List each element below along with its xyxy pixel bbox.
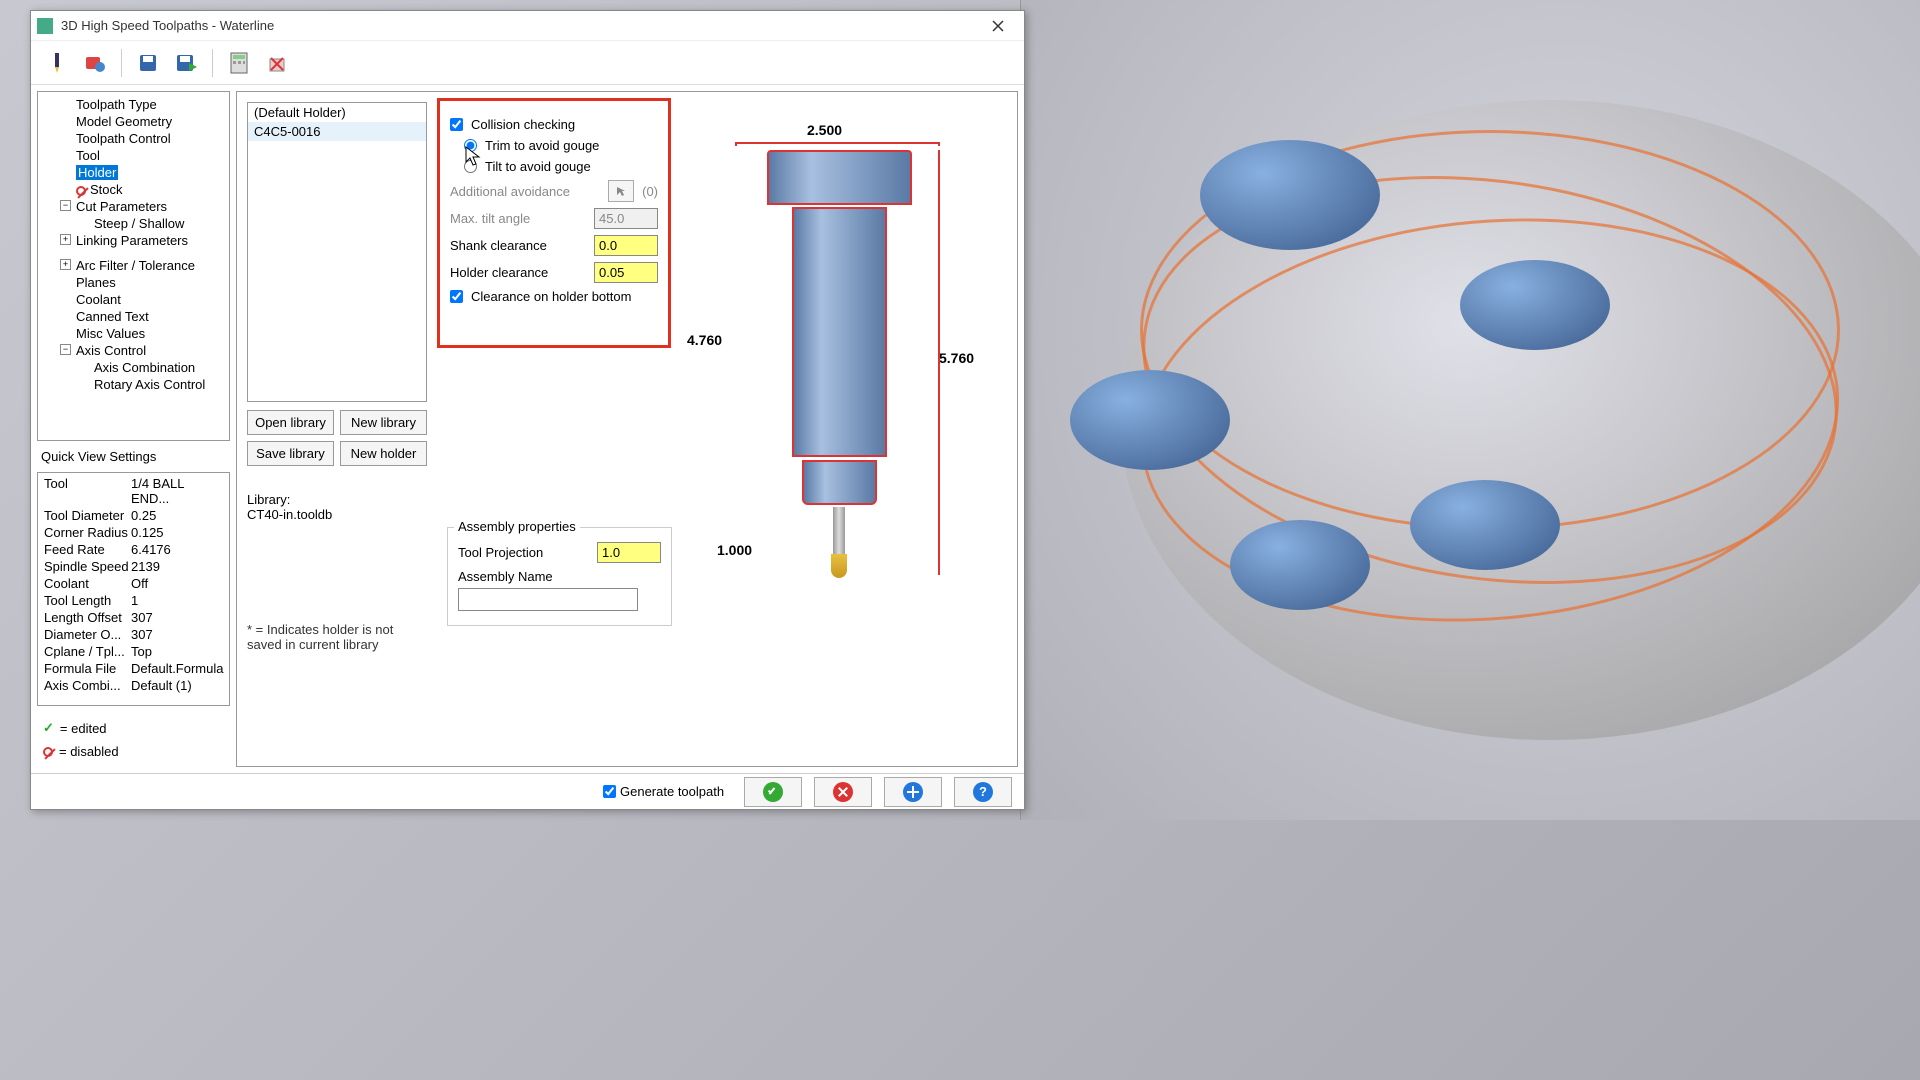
check-icon: ✓ bbox=[43, 720, 54, 736]
holder-clearance-input[interactable] bbox=[594, 262, 658, 283]
tree-axis-combination[interactable]: Axis Combination bbox=[40, 359, 227, 376]
tree-planes[interactable]: Planes bbox=[40, 274, 227, 291]
trim-radio[interactable] bbox=[464, 139, 477, 152]
holder-panel: (Default Holder) C4C5-0016 Open library … bbox=[236, 91, 1018, 767]
parameter-tree[interactable]: Toolpath Type Model Geometry Toolpath Co… bbox=[37, 91, 230, 441]
expand-icon[interactable]: + bbox=[60, 259, 71, 270]
toolpath-settings-icon[interactable] bbox=[79, 47, 111, 79]
shank-clearance-input[interactable] bbox=[594, 235, 658, 256]
ok-button[interactable] bbox=[744, 777, 802, 807]
tree-coolant[interactable]: Coolant bbox=[40, 291, 227, 308]
dim-holder-height: 4.760 bbox=[687, 332, 722, 348]
select-avoidance-button[interactable] bbox=[608, 180, 634, 202]
clearance-bottom-checkbox[interactable] bbox=[450, 290, 463, 303]
dialog-footer: Generate toolpath ? bbox=[31, 773, 1024, 809]
tree-misc-values[interactable]: Misc Values bbox=[40, 325, 227, 342]
tree-holder[interactable]: Holder bbox=[40, 164, 227, 181]
tree-stock[interactable]: Stock bbox=[40, 181, 227, 198]
window-title: 3D High Speed Toolpaths - Waterline bbox=[61, 18, 978, 33]
tree-arc-filter[interactable]: +Arc Filter / Tolerance bbox=[40, 257, 227, 274]
quickview-title: Quick View Settings bbox=[37, 447, 230, 466]
tree-canned-text[interactable]: Canned Text bbox=[40, 308, 227, 325]
save-icon[interactable] bbox=[132, 47, 164, 79]
holder-diagram: 2.500 4.760 5.760 1.000 bbox=[687, 122, 987, 592]
tree-steep-shallow[interactable]: Steep / Shallow bbox=[40, 215, 227, 232]
calculator-icon[interactable] bbox=[223, 47, 255, 79]
toolbar bbox=[31, 41, 1024, 85]
viewport-3d bbox=[1020, 0, 1920, 820]
collapse-icon[interactable]: − bbox=[60, 200, 71, 211]
assembly-group: Assembly properties Tool Projection Asse… bbox=[447, 527, 672, 626]
legend: ✓= edited = disabled bbox=[37, 712, 230, 767]
tree-rotary-axis[interactable]: Rotary Axis Control bbox=[40, 376, 227, 393]
close-icon bbox=[992, 20, 1004, 32]
holder-list[interactable]: (Default Holder) C4C5-0016 bbox=[247, 102, 427, 402]
dim-width: 2.500 bbox=[807, 122, 842, 138]
close-button[interactable] bbox=[978, 14, 1018, 38]
tilt-radio[interactable] bbox=[464, 160, 477, 173]
quickview-panel: Tool1/4 BALL END... Tool Diameter0.25 Co… bbox=[37, 472, 230, 706]
toolpath-dialog: 3D High Speed Toolpaths - Waterline Tool… bbox=[30, 10, 1025, 810]
cancel-button[interactable] bbox=[814, 777, 872, 807]
library-note: * = Indicates holder is not saved in cur… bbox=[247, 622, 427, 652]
cancel-icon bbox=[833, 782, 853, 802]
tree-toolpath-control[interactable]: Toolpath Control bbox=[40, 130, 227, 147]
library-info: Library: CT40-in.tooldb bbox=[247, 492, 427, 522]
assembly-name-input[interactable] bbox=[458, 588, 638, 611]
plus-icon bbox=[903, 782, 923, 802]
new-library-button[interactable]: New library bbox=[340, 410, 427, 435]
new-holder-button[interactable]: New holder bbox=[340, 441, 427, 466]
tool-projection-input[interactable] bbox=[597, 542, 661, 563]
help-button[interactable]: ? bbox=[954, 777, 1012, 807]
tree-toolpath-type[interactable]: Toolpath Type bbox=[40, 96, 227, 113]
help-icon: ? bbox=[973, 782, 993, 802]
tree-model-geometry[interactable]: Model Geometry bbox=[40, 113, 227, 130]
disabled-icon bbox=[76, 186, 86, 196]
generate-checkbox[interactable] bbox=[603, 785, 616, 798]
holder-item-default[interactable]: (Default Holder) bbox=[248, 103, 426, 122]
app-icon bbox=[37, 18, 53, 34]
tree-tool[interactable]: Tool bbox=[40, 147, 227, 164]
tool-icon[interactable] bbox=[41, 47, 73, 79]
save-library-button[interactable]: Save library bbox=[247, 441, 334, 466]
tree-axis-control[interactable]: −Axis Control bbox=[40, 342, 227, 359]
pointer-icon bbox=[615, 185, 627, 197]
tree-cut-parameters[interactable]: −Cut Parameters bbox=[40, 198, 227, 215]
expand-icon[interactable]: + bbox=[60, 234, 71, 245]
collision-checkbox[interactable] bbox=[450, 118, 463, 131]
holder-item-c4c5[interactable]: C4C5-0016 bbox=[248, 122, 426, 141]
check-icon bbox=[763, 782, 783, 802]
disabled-icon bbox=[43, 747, 53, 757]
max-tilt-input bbox=[594, 208, 658, 229]
dim-total-height: 5.760 bbox=[939, 350, 974, 366]
save-as-icon[interactable] bbox=[170, 47, 202, 79]
delete-icon[interactable] bbox=[261, 47, 293, 79]
collapse-icon[interactable]: − bbox=[60, 344, 71, 355]
open-library-button[interactable]: Open library bbox=[247, 410, 334, 435]
collision-group: Collision checking Trim to avoid gouge T… bbox=[437, 98, 671, 348]
titlebar: 3D High Speed Toolpaths - Waterline bbox=[31, 11, 1024, 41]
apply-button[interactable] bbox=[884, 777, 942, 807]
tree-linking-parameters[interactable]: +Linking Parameters bbox=[40, 232, 227, 249]
